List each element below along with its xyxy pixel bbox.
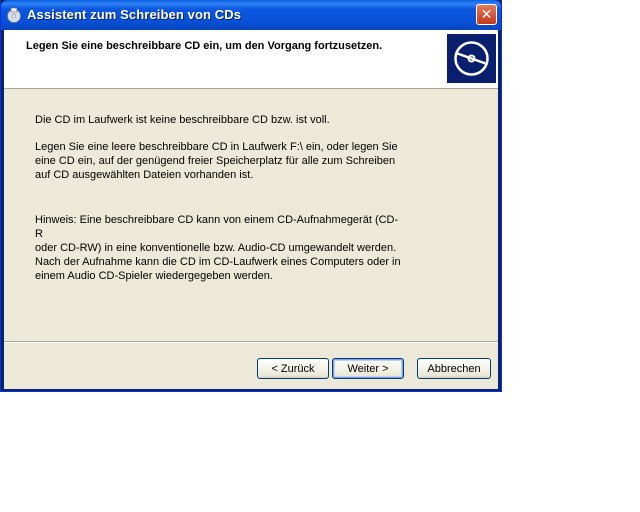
button-separator — [4, 341, 498, 343]
status-message: Die CD im Laufwerk ist keine beschreibba… — [35, 114, 330, 126]
back-button[interactable]: < Zurück — [257, 358, 329, 379]
hint-line: einem Audio CD-Spieler wiedergegeben wer… — [35, 270, 273, 282]
wizard-header: Legen Sie eine beschreibbare CD ein, um … — [4, 30, 498, 89]
cancel-button[interactable]: Abbrechen — [417, 358, 491, 379]
hint-line: Hinweis: Eine beschreibbare CD kann von … — [35, 214, 399, 240]
hint-line: Nach der Aufnahme kann die CD im CD-Lauf… — [35, 256, 401, 268]
wizard-client-area: Legen Sie eine beschreibbare CD ein, um … — [4, 30, 498, 389]
page-title: Legen Sie eine beschreibbare CD ein, um … — [26, 40, 383, 52]
close-button[interactable]: ✕ — [476, 4, 497, 25]
instruction-line: eine CD ein, auf der genügend freier Spe… — [35, 155, 396, 167]
instruction-line: auf CD ausgewählten Dateien vorhanden is… — [35, 169, 254, 181]
hint-line: oder CD-RW) in eine konventionelle bzw. … — [35, 242, 397, 254]
title-bar[interactable]: Assistent zum Schreiben von CDs ✕ — [1, 0, 501, 30]
window-title: Assistent zum Schreiben von CDs — [27, 7, 242, 22]
wizard-window: Assistent zum Schreiben von CDs ✕ Legen … — [0, 0, 502, 392]
hint-paragraph: Hinweis: Eine beschreibbare CD kann von … — [35, 213, 405, 283]
cd-writer-icon — [7, 7, 21, 23]
instruction-line: Legen Sie eine leere beschreibbare CD in… — [35, 141, 398, 153]
close-icon: ✕ — [480, 6, 493, 23]
next-button[interactable]: Weiter > — [332, 358, 404, 379]
cd-disc-icon — [447, 34, 496, 83]
instruction-paragraph: Legen Sie eine leere beschreibbare CD in… — [35, 140, 405, 182]
